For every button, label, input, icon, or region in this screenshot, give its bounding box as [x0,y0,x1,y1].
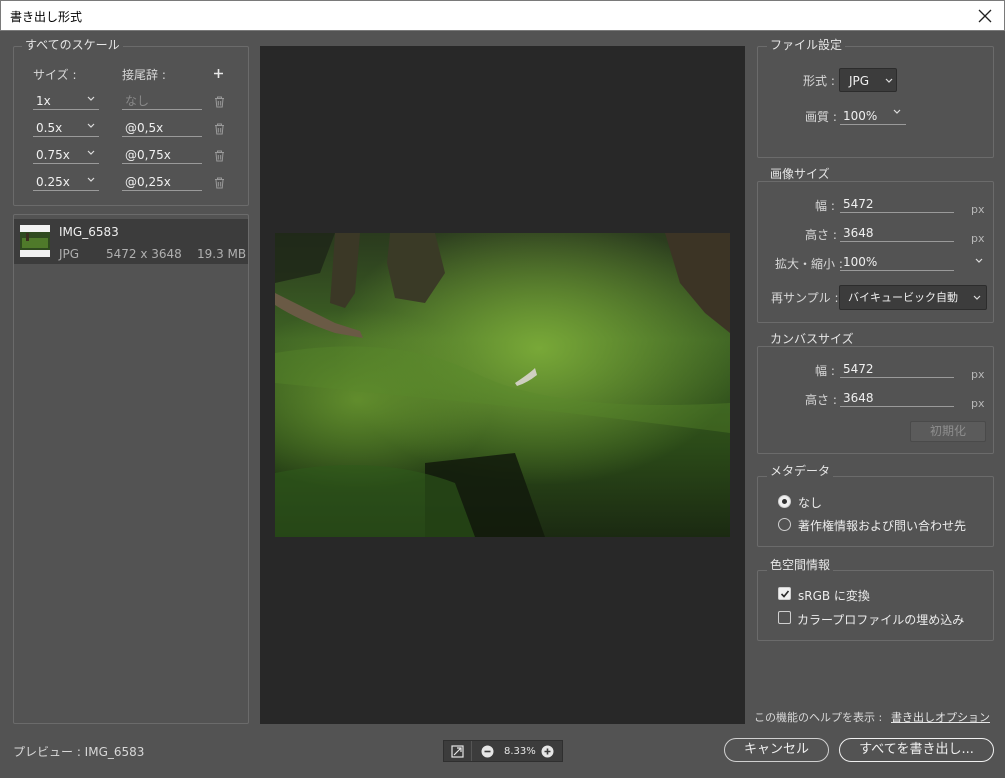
reset-button[interactable]: 初期化 [910,421,986,442]
help-link[interactable]: 書き出しオプション [891,711,990,725]
suffix-input[interactable]: @0,75x [122,148,202,164]
zoom-in-icon[interactable] [541,745,554,758]
add-icon[interactable] [213,68,224,79]
suffix-input[interactable]: なし [122,94,202,110]
metadata-group [757,476,994,547]
asset-format: JPG [59,247,80,261]
chevron-down-icon [973,295,981,300]
format-value: JPG [849,74,870,88]
asset-item[interactable]: IMG_6583 JPG 5472 x 3648 19.3 MB [14,219,248,264]
canvas-width-label: 幅 : [815,364,835,378]
zoom-out-icon[interactable] [481,745,494,758]
preview-label: プレビュー : IMG_6583 [13,745,145,759]
asset-list [13,214,249,724]
chevron-down-icon [885,78,893,83]
color-space-title: 色空間情報 [767,558,834,572]
checkmark-icon [780,590,790,598]
scale-label: 拡大・縮小 : [775,257,843,271]
canvas-height-label: 高さ : [805,393,837,407]
asset-name: IMG_6583 [59,225,119,239]
suffix-input[interactable]: @0,5x [122,121,202,137]
title-bar: 書き出し形式 [0,0,1005,31]
size-header: サイズ : [33,68,77,82]
image-height-input[interactable]: 3648 [840,226,954,242]
help-text: この機能のヘルプを表示 : [754,711,883,724]
format-select[interactable]: JPG [839,68,897,92]
zoom-level: 8.33% [504,746,536,757]
export-all-button-label: すべてを書き出し... [859,742,974,757]
embed-profile-label[interactable]: カラープロファイルの埋め込み [797,613,964,627]
canvas-width-unit: px [971,368,985,381]
metadata-none-label[interactable]: なし [798,496,822,510]
image-width-unit: px [971,203,985,216]
metadata-title: メタデータ [767,464,834,478]
metadata-copyright-radio[interactable] [778,518,791,531]
preview-image [275,233,730,537]
trash-icon[interactable] [214,150,225,162]
resample-select[interactable]: バイキュービック自動 [839,285,987,310]
suffix-header: 接尾辞 : [122,68,166,82]
canvas-height-input[interactable]: 3648 [840,391,954,407]
canvas-width-input[interactable]: 5472 [840,362,954,378]
file-settings-group [757,46,994,158]
scale-select[interactable]: 100% [840,255,954,271]
chevron-down-icon[interactable] [975,258,983,264]
color-space-group [757,570,994,641]
close-icon[interactable] [974,5,996,27]
chevron-down-icon[interactable] [87,150,95,156]
export-all-button[interactable]: すべてを書き出し... [839,738,994,762]
canvas-height-unit: px [971,397,985,410]
zoom-toolbar: 8.33% [443,740,563,762]
image-width-input[interactable]: 5472 [840,197,954,213]
chevron-down-icon[interactable] [87,177,95,183]
cancel-button[interactable]: キャンセル [724,738,829,762]
window-title: 書き出し形式 [10,10,83,24]
trash-icon[interactable] [214,96,225,108]
file-settings-title: ファイル設定 [767,38,846,52]
srgb-checkbox[interactable] [778,587,791,600]
suffix-input[interactable]: @0,25x [122,175,202,191]
metadata-copyright-label[interactable]: 著作権情報および問い合わせ先 [798,519,966,533]
chevron-down-icon[interactable] [87,96,95,102]
asset-filesize: 19.3 MB [197,247,247,261]
image-width-label: 幅 : [815,199,835,213]
chevron-down-icon[interactable] [87,123,95,129]
resample-label: 再サンプル : [771,291,839,305]
embed-profile-checkbox[interactable] [778,611,791,624]
format-label: 形式 : [803,74,835,88]
srgb-label[interactable]: sRGB に変換 [798,589,870,603]
asset-thumbnail [20,225,50,257]
toolbar-divider [471,741,472,761]
metadata-none-radio[interactable] [778,495,791,508]
trash-icon[interactable] [214,123,225,135]
resample-value: バイキュービック自動 [848,291,958,304]
scales-group-title: すべてのスケール [22,38,123,52]
image-size-title: 画像サイズ [767,167,833,181]
image-height-unit: px [971,232,985,245]
image-height-label: 高さ : [805,228,837,242]
preview-area [260,46,745,724]
canvas-size-title: カンバスサイズ [767,332,857,346]
asset-dimensions: 5472 x 3648 [106,247,182,261]
reset-button-label: 初期化 [929,424,966,438]
chevron-down-icon[interactable] [893,109,901,115]
quality-label: 画質 : [805,110,837,124]
trash-icon[interactable] [214,177,225,189]
fit-screen-icon[interactable] [451,745,464,758]
cancel-button-label: キャンセル [743,742,809,757]
